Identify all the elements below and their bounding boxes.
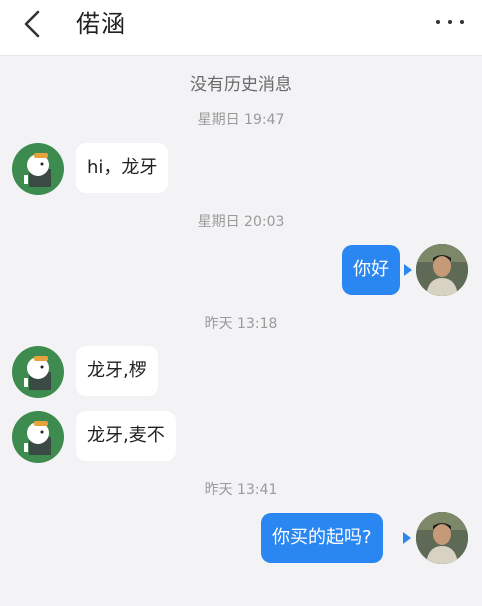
contact-avatar[interactable] [12,143,64,195]
more-horizontal-icon [436,20,440,24]
timestamp: 昨天 13:18 [204,316,278,332]
more-button[interactable] [432,10,468,34]
contact-avatar[interactable] [12,411,64,463]
timestamp: 星期日 19:47 [197,112,285,128]
more-horizontal-icon [460,20,464,24]
message-bubble-outgoing[interactable]: 你买的起吗? [261,513,383,563]
top-bar: 偌涵 [0,0,482,56]
message-bubble-outgoing[interactable]: 你好 [342,245,400,295]
contact-avatar[interactable] [12,346,64,398]
chat-area[interactable]: 没有历史消息 星期日 19:47 hi，龙牙 星期日 20:03 你好 昨天 1… [0,56,482,606]
user-avatar[interactable] [416,244,468,296]
chevron-left-icon [24,10,40,38]
bubble-tail [403,532,411,544]
more-horizontal-icon [448,20,452,24]
message-bubble-incoming[interactable]: 龙牙,麦不 [76,411,176,461]
timestamp: 昨天 13:41 [204,482,278,498]
chat-title: 偌涵 [76,10,126,38]
timestamp: 星期日 20:03 [197,214,285,230]
no-history-notice: 没有历史消息 [190,75,292,95]
back-button[interactable] [18,8,50,40]
message-bubble-incoming[interactable]: hi，龙牙 [76,143,169,193]
message-bubble-incoming[interactable]: 龙牙,椤 [76,346,158,396]
bubble-tail [404,264,412,276]
user-avatar[interactable] [416,512,468,564]
